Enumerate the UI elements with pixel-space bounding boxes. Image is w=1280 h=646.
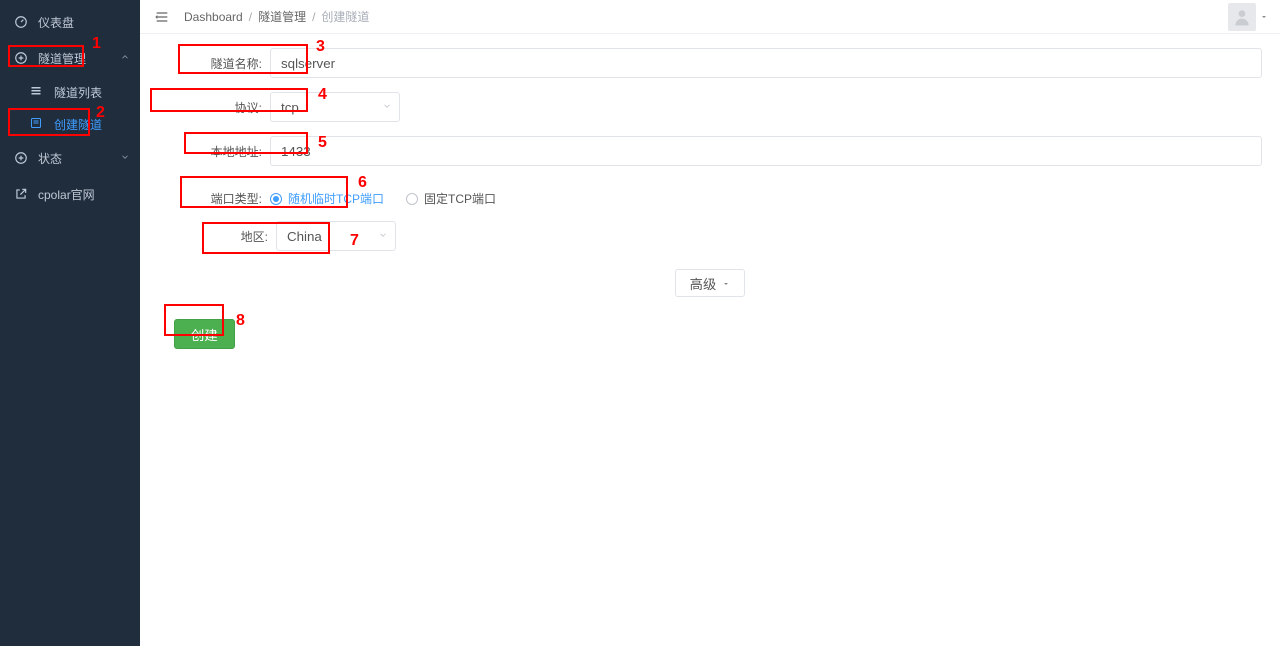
sidebar-item-label: 隧道管理 <box>38 50 86 67</box>
list-icon <box>30 85 44 99</box>
avatar-icon <box>1228 3 1256 31</box>
sidebar-item-tunnel-mgmt[interactable]: 隧道管理 <box>0 40 140 76</box>
breadcrumb-sep: / <box>249 10 252 24</box>
radio-random-port[interactable]: 随机临时TCP端口 <box>270 190 384 207</box>
sidebar-item-status[interactable]: 状态 <box>0 140 140 176</box>
menu-toggle-icon[interactable] <box>152 7 172 27</box>
user-menu[interactable] <box>1228 3 1268 31</box>
advanced-button[interactable]: 高级 <box>675 269 746 297</box>
local-addr-label: 本地地址: <box>198 143 262 160</box>
radio-fixed-port[interactable]: 固定TCP端口 <box>406 190 496 207</box>
breadcrumb-sep: / <box>312 10 315 24</box>
caret-down-icon <box>722 276 730 291</box>
advanced-label: 高级 <box>690 274 717 293</box>
tunnel-name-label: 隧道名称: <box>198 55 262 72</box>
external-icon <box>14 187 28 201</box>
region-select[interactable] <box>276 221 396 251</box>
sidebar-item-label: 隧道列表 <box>54 84 102 101</box>
protocol-label: 协议: <box>198 99 262 116</box>
protocol-select[interactable] <box>270 92 400 122</box>
sidebar: 仪表盘 隧道管理 隧道列表 创建隧道 <box>0 0 140 646</box>
local-addr-input[interactable] <box>270 136 1262 166</box>
sidebar-item-dashboard[interactable]: 仪表盘 <box>0 4 140 40</box>
form-content: 隧道名称: 协议: 本地地址: 端口类型: <box>140 34 1280 646</box>
create-label: 创建 <box>191 328 218 343</box>
create-icon <box>30 117 44 131</box>
radio-label: 固定TCP端口 <box>424 190 496 207</box>
radio-label: 随机临时TCP端口 <box>288 190 384 207</box>
sidebar-item-tunnel-list[interactable]: 隧道列表 <box>0 76 140 108</box>
create-button[interactable]: 创建 <box>174 319 235 349</box>
sidebar-item-cpolar-site[interactable]: cpolar官网 <box>0 176 140 212</box>
main-area: Dashboard / 隧道管理 / 创建隧道 隧道名称: <box>140 0 1280 646</box>
sidebar-item-label: 状态 <box>38 150 62 167</box>
radio-dot-icon <box>406 193 418 205</box>
sidebar-item-label: 创建隧道 <box>54 116 102 133</box>
topbar: Dashboard / 隧道管理 / 创建隧道 <box>140 0 1280 34</box>
chevron-down-icon <box>120 151 130 165</box>
sidebar-item-create-tunnel[interactable]: 创建隧道 <box>0 108 140 140</box>
tunnel-name-input[interactable] <box>270 48 1262 78</box>
plus-circle-icon <box>14 51 28 65</box>
breadcrumb-current: 创建隧道 <box>321 8 369 25</box>
chevron-up-icon <box>120 51 130 65</box>
breadcrumb-root[interactable]: Dashboard <box>184 10 243 24</box>
sidebar-item-label: 仪表盘 <box>38 14 74 31</box>
dashboard-icon <box>14 15 28 29</box>
caret-down-icon <box>1260 10 1268 24</box>
port-type-label: 端口类型: <box>198 190 262 207</box>
breadcrumb-mid[interactable]: 隧道管理 <box>258 8 306 25</box>
breadcrumb: Dashboard / 隧道管理 / 创建隧道 <box>184 8 369 25</box>
sidebar-item-label: cpolar官网 <box>38 186 95 203</box>
plus-circle-icon <box>14 151 28 165</box>
protocol-value[interactable] <box>270 92 400 122</box>
region-value[interactable] <box>276 221 396 251</box>
radio-dot-icon <box>270 193 282 205</box>
region-label: 地区: <box>228 228 268 245</box>
